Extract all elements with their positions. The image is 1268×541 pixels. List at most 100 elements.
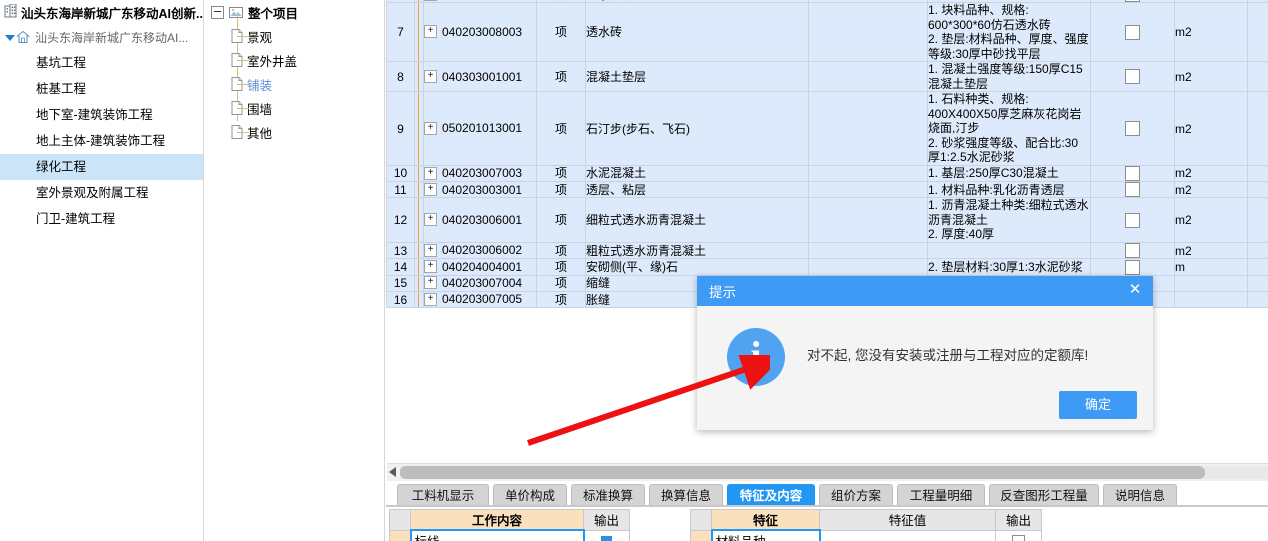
row-unit[interactable]: m2 bbox=[1174, 91, 1248, 166]
unchecked-checkbox-icon[interactable] bbox=[1125, 166, 1140, 181]
row-item-type[interactable]: 项 bbox=[536, 241, 586, 260]
row-tail-col[interactable] bbox=[1247, 290, 1268, 309]
sidebar-item-6[interactable]: 门卫-建筑工程 bbox=[0, 206, 203, 232]
row-name[interactable]: 透水砖 bbox=[585, 2, 809, 63]
tab-0[interactable]: 工料机显示 bbox=[397, 484, 489, 506]
tab-2[interactable]: 标准换算 bbox=[571, 484, 645, 506]
row-description[interactable] bbox=[927, 241, 1091, 260]
row-blank-col[interactable] bbox=[808, 241, 928, 260]
scrollbar-thumb[interactable] bbox=[400, 466, 1205, 479]
feature-output-cell[interactable] bbox=[995, 529, 1042, 541]
close-icon[interactable]: ✕ bbox=[1125, 281, 1145, 301]
row-checkbox-cell[interactable] bbox=[1090, 258, 1175, 276]
row-tail-col[interactable] bbox=[1247, 241, 1268, 260]
table-row[interactable]: 7 +040203008003 项透水砖 1. 块料品种、规格: 600*300*60… bbox=[386, 2, 1268, 63]
table-row[interactable]: 10 +040203007003 项 水泥混凝土 1. 基层:250厚C30混凝土 m2 bbox=[386, 164, 1268, 183]
work-content-value[interactable]: 标线 bbox=[409, 529, 585, 541]
table-row[interactable]: 12 +040203006001 项 细粒式透水沥青混凝土 1. 沥青混凝土种类:细粒式… bbox=[386, 197, 1268, 243]
row-name[interactable]: 细粒式透水沥青混凝土 bbox=[585, 197, 809, 243]
tree-node-3[interactable]: 围墙 bbox=[205, 96, 384, 120]
row-name[interactable]: 石汀步(步石、飞石) bbox=[585, 91, 809, 166]
row-description[interactable]: 1. 块料品种、规格: 600*300*60仿石透水砖 2. 垫层:材料品种、厚… bbox=[927, 2, 1091, 63]
row-blank-col[interactable] bbox=[808, 258, 928, 276]
row-description[interactable]: 1. 基层:250厚C30混凝土 bbox=[927, 164, 1091, 183]
tab-7[interactable]: 反查图形工程量 bbox=[989, 484, 1099, 506]
row-blank-col[interactable] bbox=[808, 197, 928, 243]
confirm-button[interactable]: 确定 bbox=[1059, 391, 1137, 419]
expand-icon[interactable]: + bbox=[424, 121, 437, 135]
expand-icon[interactable]: + bbox=[424, 25, 437, 39]
row-tail-col[interactable] bbox=[1247, 61, 1268, 93]
row-checkbox-cell[interactable] bbox=[1090, 197, 1175, 243]
row-item-type[interactable]: 项 bbox=[536, 290, 586, 309]
row-tail-col[interactable] bbox=[1247, 274, 1268, 292]
row-tail-col[interactable] bbox=[1247, 258, 1268, 276]
tree-node-2[interactable]: 铺装 bbox=[205, 72, 384, 96]
table-row[interactable]: 9 +050201013001 项 石汀步(步石、飞石) 1. 石料种类、规格: 400… bbox=[386, 91, 1268, 166]
row-code[interactable]: +040204004001 bbox=[423, 258, 537, 276]
checked-checkbox-icon[interactable] bbox=[601, 535, 613, 541]
row-blank-col[interactable] bbox=[808, 61, 928, 93]
sidebar-root-node[interactable]: 汕头东海岸新城广东移动AI... bbox=[0, 24, 203, 50]
row-tail-col[interactable] bbox=[1247, 91, 1268, 166]
row-name[interactable]: 透层、粘层 bbox=[585, 181, 809, 199]
table-row[interactable]: 8 +040303001001 项 混凝土垫层 1. 混凝土强度等级:150厚C15混凝… bbox=[386, 61, 1268, 93]
row-item-type[interactable]: 项 bbox=[536, 164, 586, 183]
unchecked-checkbox-icon[interactable] bbox=[1125, 212, 1140, 228]
expand-icon[interactable]: + bbox=[424, 276, 437, 290]
row-unit[interactable]: m2 bbox=[1174, 2, 1248, 63]
row-item-type[interactable]: 项 bbox=[536, 2, 586, 63]
table-row[interactable]: 材料品种 bbox=[690, 529, 1042, 541]
row-code[interactable]: +040203006002 bbox=[423, 241, 537, 260]
row-item-type[interactable]: 项 bbox=[536, 61, 586, 93]
unchecked-checkbox-icon[interactable] bbox=[1125, 259, 1140, 275]
row-tail-col[interactable] bbox=[1247, 181, 1268, 199]
row-name[interactable]: 安砌侧(平、缘)石 bbox=[585, 258, 809, 276]
row-tail-col[interactable] bbox=[1247, 2, 1268, 63]
row-checkbox-cell[interactable] bbox=[1090, 61, 1175, 93]
row-unit[interactable] bbox=[1174, 290, 1248, 309]
unchecked-checkbox-icon[interactable] bbox=[1125, 0, 1140, 2]
sidebar-item-4[interactable]: 绿化工程 bbox=[0, 154, 203, 180]
row-description[interactable]: 1. 石料种类、规格: 400X400X50厚芝麻灰花岗岩烧面,汀步 2. 砂浆… bbox=[927, 91, 1091, 166]
row-code[interactable]: +040203003001 bbox=[423, 181, 537, 199]
table-row[interactable]: 标线 bbox=[389, 529, 630, 541]
expand-icon[interactable]: + bbox=[424, 292, 437, 306]
sidebar-item-2[interactable]: 地下室-建筑装饰工程 bbox=[0, 102, 203, 128]
row-code[interactable]: +040203007003 bbox=[423, 164, 537, 183]
row-checkbox-cell[interactable] bbox=[1090, 164, 1175, 183]
tree-node-1[interactable]: 室外井盖 bbox=[205, 48, 384, 72]
row-unit[interactable]: m2 bbox=[1174, 241, 1248, 260]
unchecked-checkbox-icon[interactable] bbox=[1125, 182, 1140, 197]
feature-value-cell[interactable] bbox=[819, 529, 996, 541]
row-name[interactable]: 粗粒式透水沥青混凝土 bbox=[585, 241, 809, 260]
expand-icon[interactable]: + bbox=[424, 166, 437, 180]
tab-1[interactable]: 单价构成 bbox=[493, 484, 567, 506]
row-name[interactable]: 混凝土垫层 bbox=[585, 61, 809, 93]
row-description[interactable]: 1. 混凝土强度等级:150厚C15混凝土垫层 bbox=[927, 61, 1091, 93]
row-name[interactable]: 水泥混凝土 bbox=[585, 164, 809, 183]
row-checkbox-cell[interactable] bbox=[1090, 91, 1175, 166]
expand-icon[interactable]: + bbox=[424, 260, 437, 274]
expand-icon[interactable]: + bbox=[424, 182, 437, 196]
row-code[interactable]: +040203007005 bbox=[423, 290, 537, 309]
row-unit[interactable]: m bbox=[1174, 258, 1248, 276]
row-code[interactable]: +040203007004 bbox=[423, 274, 537, 292]
tree-root-whole-project[interactable]: 整个项目 bbox=[205, 0, 384, 24]
unchecked-checkbox-icon[interactable] bbox=[1012, 534, 1025, 541]
sidebar-item-3[interactable]: 地上主体-建筑装饰工程 bbox=[0, 128, 203, 154]
row-tail-col[interactable] bbox=[1247, 164, 1268, 183]
tab-8[interactable]: 说明信息 bbox=[1103, 484, 1177, 506]
feature-name-cell[interactable]: 材料品种 bbox=[710, 529, 821, 541]
table-row[interactable]: 11 +040203003001 项 透层、粘层 1. 材料品种:乳化沥青透层 m2 bbox=[386, 181, 1268, 199]
row-blank-col[interactable] bbox=[808, 2, 928, 63]
row-item-type[interactable]: 项 bbox=[536, 197, 586, 243]
row-item-type[interactable]: 项 bbox=[536, 91, 586, 166]
row-checkbox-cell[interactable] bbox=[1090, 241, 1175, 260]
row-blank-col[interactable] bbox=[808, 181, 928, 199]
tab-3[interactable]: 换算信息 bbox=[649, 484, 723, 506]
tree-node-4[interactable]: 其他 bbox=[205, 120, 384, 144]
row-unit[interactable] bbox=[1174, 274, 1248, 292]
row-unit[interactable]: m2 bbox=[1174, 164, 1248, 183]
expand-icon[interactable]: + bbox=[424, 243, 437, 257]
